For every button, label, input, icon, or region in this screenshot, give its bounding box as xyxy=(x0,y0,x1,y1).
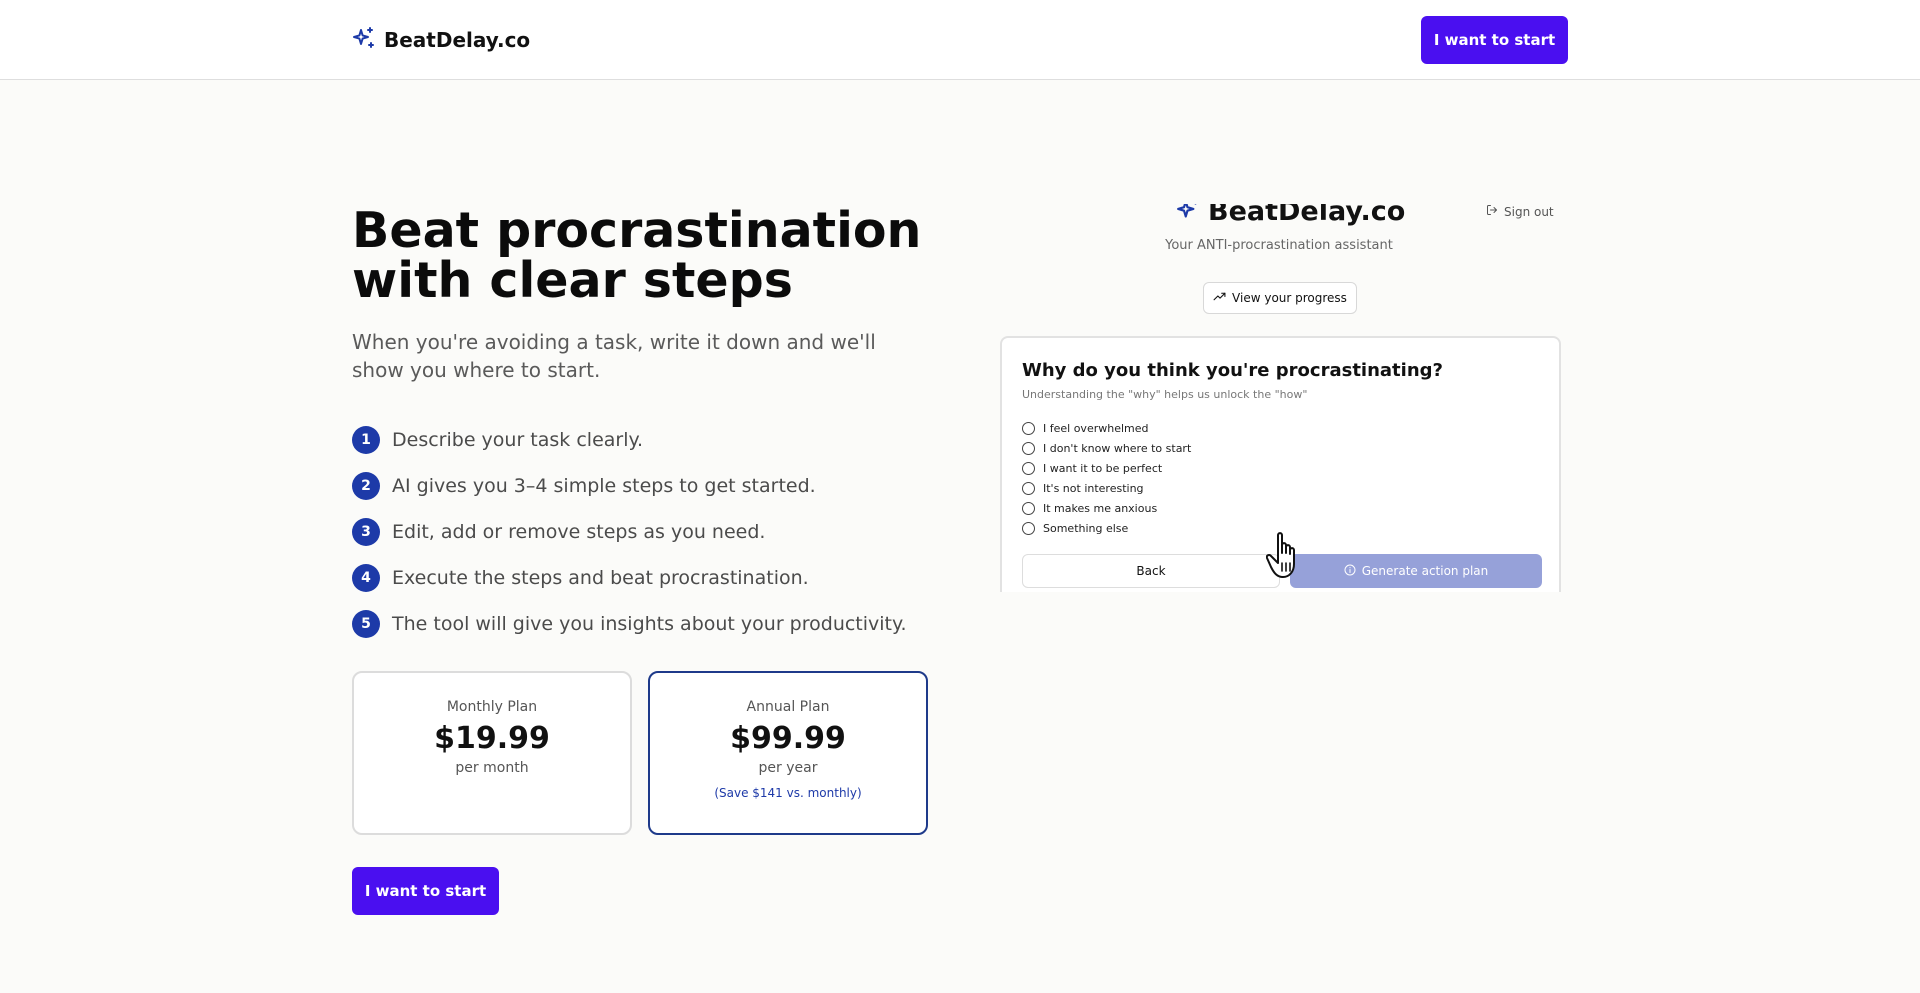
step-item: 2 AI gives you 3–4 simple steps to get s… xyxy=(352,472,907,500)
monthly-plan-card[interactable]: Monthly Plan $19.99 per month xyxy=(352,671,632,835)
step-number: 3 xyxy=(352,518,380,546)
reason-option[interactable]: It makes me anxious xyxy=(1022,498,1191,518)
question-title: Why do you think you're procrastinating? xyxy=(1022,360,1443,381)
plan-price: $19.99 xyxy=(434,721,550,756)
trending-up-icon xyxy=(1213,290,1226,306)
step-item: 5 The tool will give you insights about … xyxy=(352,610,907,638)
step-item: 1 Describe your task clearly. xyxy=(352,426,907,454)
sign-out-link[interactable]: Sign out xyxy=(1486,204,1554,219)
step-number: 2 xyxy=(352,472,380,500)
sparkle-icon xyxy=(352,26,376,54)
hero-title: Beat procrastination with clear steps xyxy=(352,206,952,306)
step-text: Describe your task clearly. xyxy=(392,429,644,451)
app-preview: BeatDelay.co Sign out Your ANTI-procrast… xyxy=(996,204,1562,592)
reason-option[interactable]: It's not interesting xyxy=(1022,478,1191,498)
reason-options: I feel overwhelmed I don't know where to… xyxy=(1022,418,1191,538)
view-progress-button[interactable]: View your progress xyxy=(1203,282,1357,314)
step-text: The tool will give you insights about yo… xyxy=(392,613,907,635)
reason-option[interactable]: I don't know where to start xyxy=(1022,438,1191,458)
header-start-button[interactable]: I want to start xyxy=(1421,16,1568,64)
reason-label: It's not interesting xyxy=(1043,481,1144,495)
reason-option[interactable]: I want it to be perfect xyxy=(1022,458,1191,478)
reason-label: I feel overwhelmed xyxy=(1043,421,1149,435)
start-button[interactable]: I want to start xyxy=(352,867,499,915)
info-icon xyxy=(1344,564,1356,579)
step-item: 4 Execute the steps and beat procrastina… xyxy=(352,564,907,592)
annual-plan-card[interactable]: Annual Plan $99.99 per year (Save $141 v… xyxy=(648,671,928,835)
preview-logo: BeatDelay.co xyxy=(1176,204,1405,227)
step-text: AI gives you 3–4 simple steps to get sta… xyxy=(392,475,816,497)
plan-name: Annual Plan xyxy=(746,699,830,715)
plan-price: $99.99 xyxy=(730,721,846,756)
generate-plan-button[interactable]: Generate action plan xyxy=(1290,554,1542,588)
step-text: Execute the steps and beat procrastinati… xyxy=(392,567,809,589)
radio-button[interactable] xyxy=(1022,481,1035,495)
radio-button[interactable] xyxy=(1022,421,1035,435)
reason-label: I want it to be perfect xyxy=(1043,461,1163,475)
sparkle-icon xyxy=(1176,204,1202,227)
preview-tagline: Your ANTI-procrastination assistant xyxy=(1165,238,1393,253)
hero-title-line2: with clear steps xyxy=(352,252,793,309)
plan-savings-note: (Save $141 vs. monthly) xyxy=(714,786,862,800)
question-subtitle: Understanding the "why" helps us unlock … xyxy=(1022,388,1308,401)
steps-list: 1 Describe your task clearly. 2 AI gives… xyxy=(352,426,907,656)
reason-option[interactable]: I feel overwhelmed xyxy=(1022,418,1191,438)
reason-label: I don't know where to start xyxy=(1043,441,1192,455)
radio-button[interactable] xyxy=(1022,521,1035,535)
plan-period: per year xyxy=(758,760,818,776)
plan-name: Monthly Plan xyxy=(446,699,538,715)
radio-button[interactable] xyxy=(1022,461,1035,475)
logo-text: BeatDelay.co xyxy=(384,28,531,52)
hero-title-line1: Beat procrastination xyxy=(352,202,922,259)
preview-logo-text: BeatDelay.co xyxy=(1208,204,1406,227)
view-progress-label: View your progress xyxy=(1232,291,1347,305)
logo[interactable]: BeatDelay.co xyxy=(352,26,530,54)
reason-option[interactable]: Something else xyxy=(1022,518,1191,538)
site-header: BeatDelay.co I want to start xyxy=(0,0,1920,80)
sign-out-label: Sign out xyxy=(1504,204,1554,219)
back-button[interactable]: Back xyxy=(1022,554,1280,588)
step-text: Edit, add or remove steps as you need. xyxy=(392,521,766,543)
reason-label: Something else xyxy=(1043,521,1129,535)
step-number: 5 xyxy=(352,610,380,638)
reason-label: It makes me anxious xyxy=(1043,501,1158,515)
step-item: 3 Edit, add or remove steps as you need. xyxy=(352,518,907,546)
generate-plan-label: Generate action plan xyxy=(1361,564,1489,578)
radio-button[interactable] xyxy=(1022,441,1035,455)
radio-button[interactable] xyxy=(1022,501,1035,515)
hand-pointer-icon xyxy=(1265,531,1308,581)
sign-out-icon xyxy=(1486,204,1498,219)
hero-subtitle: When you're avoiding a task, write it do… xyxy=(352,330,876,382)
plan-period: per month xyxy=(455,760,529,776)
step-number: 4 xyxy=(352,564,380,592)
step-number: 1 xyxy=(352,426,380,454)
